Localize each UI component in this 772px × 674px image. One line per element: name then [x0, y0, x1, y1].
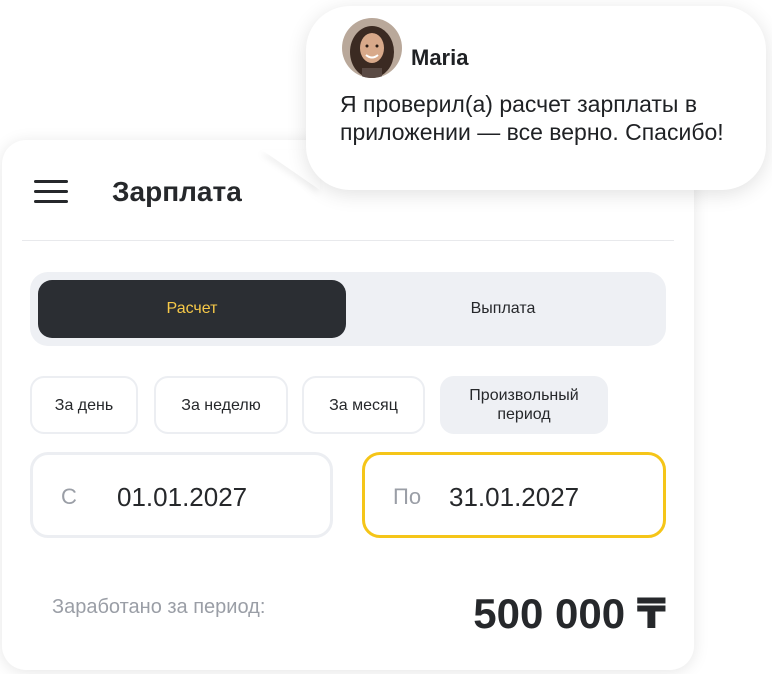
- page-title: Зарплата: [112, 176, 242, 207]
- date-to-field[interactable]: По 31.01.2027: [362, 452, 666, 538]
- date-to-prefix: По: [393, 484, 422, 509]
- date-from-value: 01.01.2027: [117, 482, 248, 512]
- date-to-value: 31.01.2027: [449, 482, 580, 512]
- period-custom-button[interactable]: Произвольный период: [440, 376, 608, 434]
- header-divider: [22, 240, 674, 241]
- earned-amount: 500 000 ₸: [473, 590, 666, 637]
- app-screen: Зарплата Расчет Выплата За день За недел…: [0, 0, 772, 674]
- sender-name: Maria: [411, 45, 469, 70]
- user-avatar-icon: [342, 18, 402, 78]
- date-from-prefix: С: [61, 484, 77, 509]
- period-month-button[interactable]: За месяц: [302, 376, 425, 434]
- avatar: [342, 18, 402, 78]
- date-from-field[interactable]: С 01.01.2027: [30, 452, 333, 538]
- earned-label: Заработано за период:: [52, 596, 266, 618]
- mode-tabs: Расчет Выплата: [30, 272, 666, 346]
- tab-calculation[interactable]: Расчет: [38, 280, 346, 338]
- tab-payout[interactable]: Выплата: [348, 280, 658, 338]
- chat-message: Я проверил(а) расчет зарплаты в приложен…: [340, 91, 724, 145]
- period-day-button[interactable]: За день: [30, 376, 138, 434]
- period-week-button[interactable]: За неделю: [154, 376, 288, 434]
- menu-icon[interactable]: [34, 180, 68, 204]
